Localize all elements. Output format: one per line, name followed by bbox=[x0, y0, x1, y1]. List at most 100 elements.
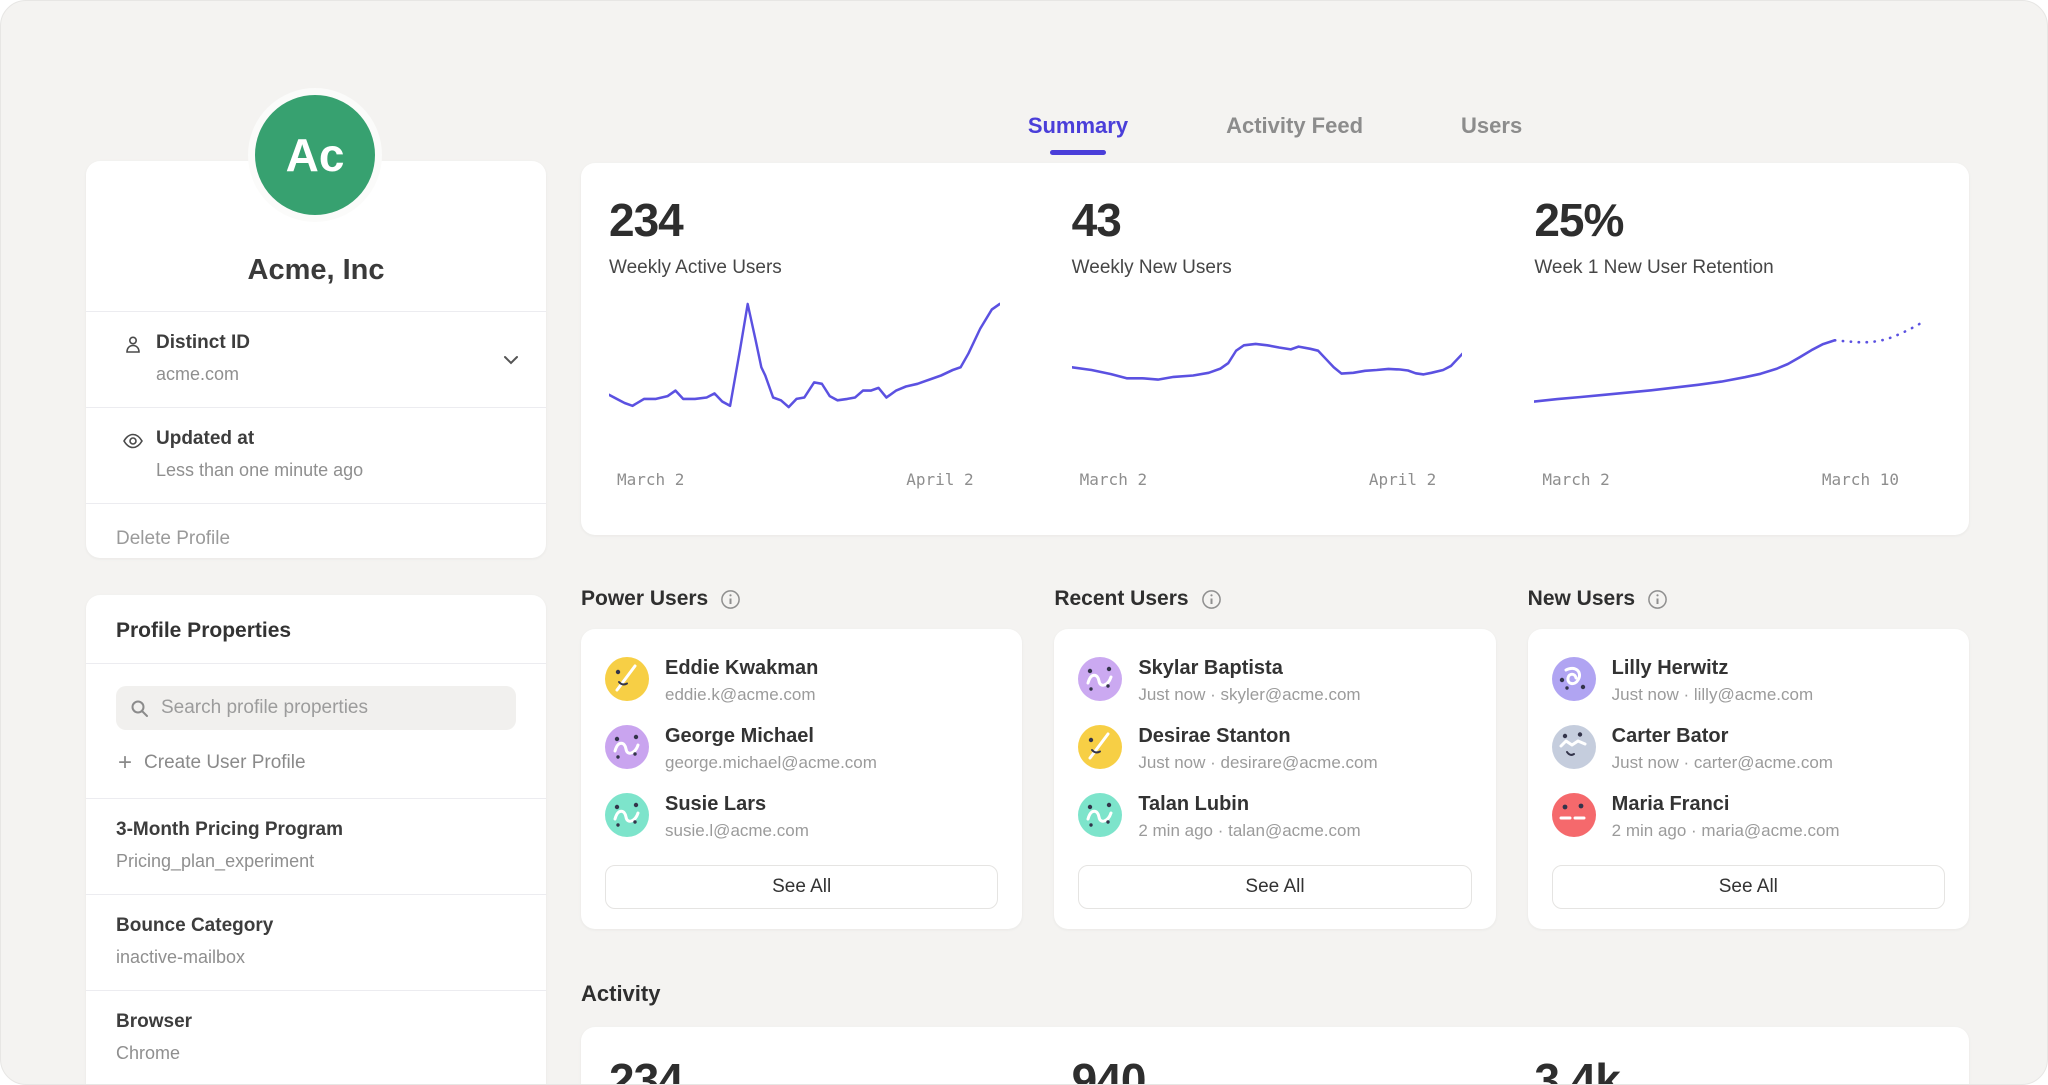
field-label: Updated at bbox=[156, 428, 490, 450]
create-user-profile-button[interactable]: + Create User Profile bbox=[86, 730, 546, 798]
user-row[interactable]: Skylar Baptista Just now · skyler@acme.c… bbox=[1078, 657, 1471, 705]
recent-users-card: Skylar Baptista Just now · skyler@acme.c… bbox=[1054, 629, 1495, 929]
recent-users-section: Recent Users Skylar Baptista Just now · … bbox=[1054, 583, 1495, 929]
section-header: Power Users bbox=[581, 583, 1022, 615]
user-meta: 2 min ago · talan@acme.com bbox=[1138, 821, 1360, 841]
activity-stat-value: 3.4k bbox=[1506, 1053, 1969, 1085]
section-title: New Users bbox=[1528, 587, 1635, 611]
stat-value: 25% bbox=[1534, 193, 1925, 247]
activity-title: Activity bbox=[581, 981, 1969, 1007]
user-row[interactable]: Talan Lubin 2 min ago · talan@acme.com bbox=[1078, 793, 1471, 841]
user-row[interactable]: Eddie Kwakman eddie.k@acme.com bbox=[605, 657, 998, 705]
axis-label-right: April 2 bbox=[1369, 470, 1436, 489]
see-all-button[interactable]: See All bbox=[1078, 865, 1471, 909]
user-name: Talan Lubin bbox=[1138, 793, 1360, 816]
user-row[interactable]: Maria Franci 2 min ago · maria@acme.com bbox=[1552, 793, 1945, 841]
property-value: inactive-mailbox bbox=[116, 947, 516, 968]
info-icon[interactable] bbox=[720, 589, 741, 610]
user-avatar bbox=[1552, 725, 1596, 769]
tab-summary[interactable]: Summary bbox=[1028, 113, 1128, 155]
property-label: Browser bbox=[116, 1011, 516, 1033]
property-item[interactable]: Bounce Category inactive-mailbox bbox=[86, 895, 546, 990]
property-label: 3-Month Pricing Program bbox=[116, 819, 516, 841]
field-value: acme.com bbox=[156, 364, 490, 385]
property-value: Pricing_plan_experiment bbox=[116, 851, 516, 872]
tab-bar: Summary Activity Feed Users bbox=[581, 113, 1969, 155]
stat-label: Weekly New Users bbox=[1072, 257, 1463, 279]
stat-weekly-new-users: 43 Weekly New Users March 2 April 2 bbox=[1044, 193, 1507, 535]
tab-activity-feed[interactable]: Activity Feed bbox=[1226, 113, 1363, 155]
chevron-down-icon[interactable] bbox=[502, 352, 520, 368]
axis-label-left: March 2 bbox=[1080, 470, 1147, 489]
profile-properties-search[interactable] bbox=[116, 686, 516, 730]
user-avatar bbox=[1078, 725, 1122, 769]
week1-retention-chart bbox=[1534, 293, 1925, 458]
distinct-id-row[interactable]: Distinct ID acme.com bbox=[86, 312, 546, 407]
user-meta: Just now · skyler@acme.com bbox=[1138, 685, 1360, 705]
updated-at-row: Updated at Less than one minute ago bbox=[86, 408, 546, 503]
profile-properties-title: Profile Properties bbox=[86, 595, 546, 663]
field-label: Distinct ID bbox=[156, 332, 490, 354]
user-meta: Just now · desirare@acme.com bbox=[1138, 753, 1377, 773]
profile-properties-card: Profile Properties + Create User Profile… bbox=[86, 595, 546, 1085]
user-meta: 2 min ago · maria@acme.com bbox=[1612, 821, 1840, 841]
property-item[interactable]: Browser Chrome bbox=[86, 991, 546, 1085]
user-name: Skylar Baptista bbox=[1138, 657, 1360, 680]
stat-weekly-active-users: 234 Weekly Active Users March 2 April 2 bbox=[581, 193, 1044, 535]
create-user-profile-label: Create User Profile bbox=[144, 752, 306, 774]
search-icon bbox=[130, 699, 149, 718]
user-name: Eddie Kwakman bbox=[665, 657, 818, 680]
x-axis-labels: March 2 March 10 bbox=[1534, 470, 1925, 489]
x-axis-labels: March 2 April 2 bbox=[1072, 470, 1463, 489]
axis-label-right: March 10 bbox=[1822, 470, 1899, 489]
user-name: Carter Bator bbox=[1612, 725, 1833, 748]
stat-week1-retention: 25% Week 1 New User Retention March 2 Ma… bbox=[1506, 193, 1969, 535]
user-meta: Just now · lilly@acme.com bbox=[1612, 685, 1813, 705]
user-name: Desirae Stanton bbox=[1138, 725, 1377, 748]
user-name: George Michael bbox=[665, 725, 877, 748]
property-item[interactable]: 3-Month Pricing Program Pricing_plan_exp… bbox=[86, 799, 546, 894]
power-users-card: Eddie Kwakman eddie.k@acme.com George Mi… bbox=[581, 629, 1022, 929]
axis-label-left: March 2 bbox=[1542, 470, 1609, 489]
section-header: Recent Users bbox=[1054, 583, 1495, 615]
axis-label-right: April 2 bbox=[906, 470, 973, 489]
user-avatar bbox=[1552, 657, 1596, 701]
user-meta: susie.l@acme.com bbox=[665, 821, 809, 841]
weekly-new-users-chart bbox=[1072, 293, 1463, 458]
stat-label: Weekly Active Users bbox=[609, 257, 1000, 279]
user-sections: Power Users Eddie Kwakman eddie.k@acme.c… bbox=[581, 583, 1969, 929]
company-avatar: Ac bbox=[248, 88, 382, 222]
company-avatar-initials: Ac bbox=[286, 128, 345, 182]
user-row[interactable]: Desirae Stanton Just now · desirare@acme… bbox=[1078, 725, 1471, 773]
user-row[interactable]: Lilly Herwitz Just now · lilly@acme.com bbox=[1552, 657, 1945, 705]
user-avatar bbox=[605, 793, 649, 837]
x-axis-labels: March 2 April 2 bbox=[609, 470, 1000, 489]
stat-value: 234 bbox=[609, 193, 1000, 247]
person-icon bbox=[122, 334, 144, 356]
tab-users[interactable]: Users bbox=[1461, 113, 1522, 155]
user-avatar bbox=[1078, 793, 1122, 837]
delete-profile-button[interactable]: Delete Profile bbox=[86, 504, 546, 574]
section-title: Power Users bbox=[581, 587, 708, 611]
user-row[interactable]: Susie Lars susie.l@acme.com bbox=[605, 793, 998, 841]
divider bbox=[86, 663, 546, 664]
user-row[interactable]: Carter Bator Just now · carter@acme.com bbox=[1552, 725, 1945, 773]
stat-value: 43 bbox=[1072, 193, 1463, 247]
activity-stat-value: 940 bbox=[1044, 1053, 1507, 1085]
activity-card: 234 940 3.4k bbox=[581, 1027, 1969, 1085]
user-meta: eddie.k@acme.com bbox=[665, 685, 818, 705]
info-icon[interactable] bbox=[1201, 589, 1222, 610]
section-title: Recent Users bbox=[1054, 587, 1188, 611]
user-row[interactable]: George Michael george.michael@acme.com bbox=[605, 725, 998, 773]
see-all-button[interactable]: See All bbox=[605, 865, 998, 909]
user-avatar bbox=[1552, 793, 1596, 837]
field-value: Less than one minute ago bbox=[156, 460, 490, 481]
search-input[interactable] bbox=[159, 696, 502, 720]
info-icon[interactable] bbox=[1647, 589, 1668, 610]
eye-icon bbox=[122, 430, 144, 452]
axis-label-left: March 2 bbox=[617, 470, 684, 489]
user-avatar bbox=[605, 657, 649, 701]
new-users-card: Lilly Herwitz Just now · lilly@acme.com … bbox=[1528, 629, 1969, 929]
section-header: New Users bbox=[1528, 583, 1969, 615]
see-all-button[interactable]: See All bbox=[1552, 865, 1945, 909]
